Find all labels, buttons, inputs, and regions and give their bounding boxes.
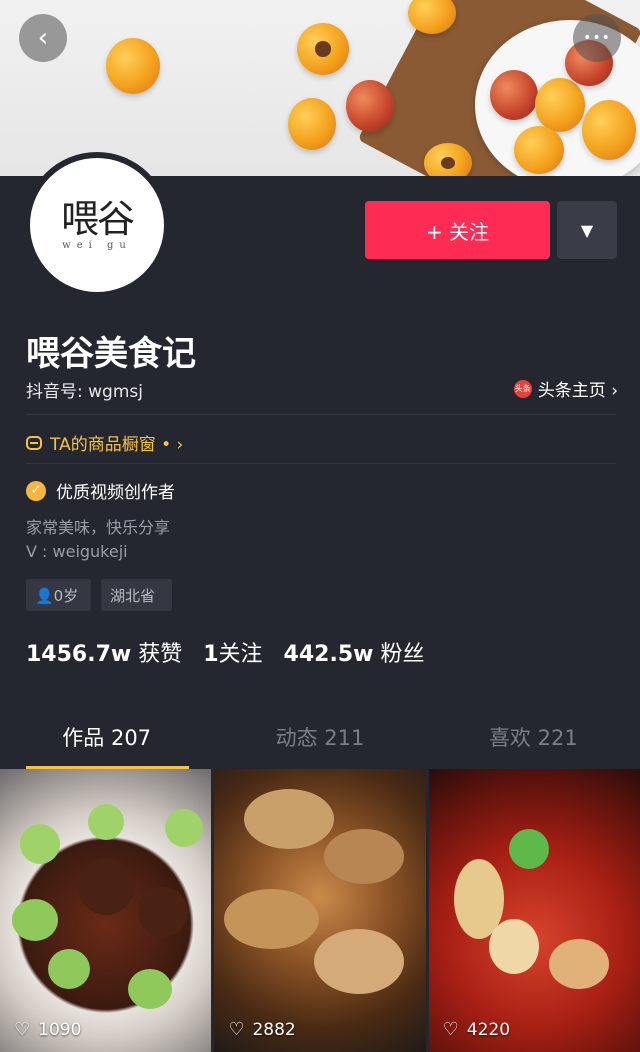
food-detail [548, 939, 609, 989]
avatar-logo-text: 喂谷 [60, 196, 135, 241]
food-detail [88, 804, 124, 840]
shop-window-link[interactable]: TA的商品橱窗 • › [26, 430, 183, 455]
heart-icon: ♡ [442, 1019, 459, 1040]
apricot-half [297, 23, 349, 75]
food-detail [488, 919, 539, 974]
following-group[interactable]: 1关注 [203, 642, 262, 667]
apricot-half [424, 143, 472, 176]
toutiao-homepage-link[interactable]: 头条 头条主页 › [513, 376, 618, 401]
video-thumbnail[interactable]: ♡ 1090 [0, 769, 212, 1052]
food-detail [244, 789, 335, 849]
triangle-down-icon: ▼ [580, 220, 594, 240]
fans-label: 粉丝 [380, 642, 425, 667]
apricot [535, 78, 585, 132]
apricot [582, 100, 636, 160]
divider [26, 463, 616, 464]
avatar[interactable]: 喂谷 wei gu [24, 152, 170, 298]
verified-check-icon: ✓ [26, 480, 46, 501]
video-thumbnail[interactable]: ♡ 4220 [428, 769, 640, 1052]
fans-count: 442.5w [283, 642, 374, 667]
likes-label: 获赞 [138, 642, 183, 667]
food-detail [48, 949, 90, 989]
food-detail [12, 899, 58, 941]
video-likes-count: 1090 [38, 1019, 82, 1040]
douyin-id: 抖音号: wgmsj [26, 382, 143, 402]
apricot [288, 98, 336, 150]
video-thumbnail[interactable]: ♡ 2882 [214, 769, 426, 1052]
profile-tabs: 作品 207 动态 211 喜欢 221 [0, 722, 640, 768]
apricot [346, 80, 394, 132]
tab-posts[interactable]: 动态 211 [213, 722, 426, 768]
video-likes: ♡ 2882 [228, 1019, 295, 1040]
cover-image [0, 0, 640, 176]
apricot [514, 126, 564, 174]
apricot [490, 70, 538, 120]
avatar-logo: 喂谷 wei gu [30, 158, 164, 292]
food-detail [508, 829, 549, 869]
food-detail [224, 889, 320, 949]
video-likes: ♡ 1090 [14, 1019, 81, 1040]
avatar-logo-subtext: wei gu [62, 239, 132, 251]
following-count: 1 [203, 642, 219, 667]
following-label: 关注 [218, 642, 263, 667]
location-tag: 湖北省 [101, 579, 172, 611]
food-detail [165, 809, 203, 847]
fans-group[interactable]: 442.5w 粉丝 [284, 642, 425, 667]
back-button[interactable]: ‹ [19, 14, 67, 62]
recommend-dropdown-button[interactable]: ▼ [557, 201, 617, 259]
verified-creator: ✓ 优质视频创作者 [26, 478, 175, 503]
profile-stats: 1456.7w 获赞 1关注 442.5w 粉丝 [26, 636, 424, 668]
age-tag: 👤0岁 [26, 579, 91, 611]
more-button[interactable]: ••• [573, 14, 621, 62]
follow-button[interactable]: + 关注 [365, 201, 550, 259]
food-detail [138, 887, 188, 937]
likes-count: 1456.7w [26, 642, 132, 667]
shop-icon [26, 435, 42, 450]
heart-icon: ♡ [228, 1019, 245, 1040]
profile-name: 喂谷美食记 [26, 334, 196, 374]
food-detail [128, 969, 172, 1009]
video-likes-count: 4220 [466, 1019, 511, 1040]
food-detail [324, 829, 405, 884]
apricot [106, 38, 160, 94]
food-detail [314, 929, 405, 994]
toutiao-icon: 头条 [513, 379, 532, 398]
video-grid: ♡ 1090 ♡ 2882 ♡ 4220 [0, 769, 640, 1052]
bio-line: V : weigukeji [26, 542, 128, 561]
food-detail [78, 859, 134, 915]
video-likes-count: 2882 [252, 1019, 296, 1040]
food-detail [20, 824, 60, 864]
toutiao-label: 头条主页 › [537, 381, 618, 401]
chevron-left-icon: ‹ [37, 23, 49, 53]
verified-label: 优质视频创作者 [56, 483, 175, 503]
shop-label: TA的商品橱窗 • › [50, 435, 184, 455]
video-likes: ♡ 4220 [443, 1019, 510, 1040]
tab-works[interactable]: 作品 207 [0, 722, 213, 768]
heart-icon: ♡ [14, 1019, 31, 1040]
bio-line: 家常美味，快乐分享 [26, 518, 171, 537]
tab-liked[interactable]: 喜欢 221 [427, 722, 640, 768]
more-dots-icon: ••• [583, 30, 611, 46]
divider [26, 414, 616, 415]
